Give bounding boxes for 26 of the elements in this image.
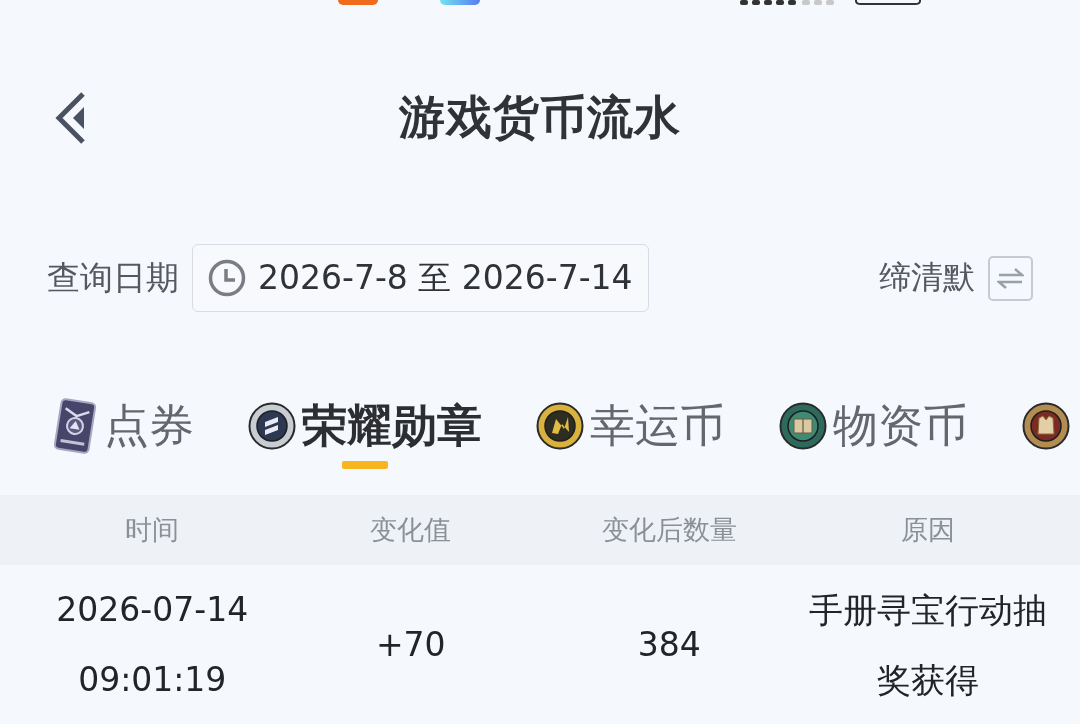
coin-icon <box>248 402 296 450</box>
currency-tab[interactable]: 幸运币 <box>536 397 725 477</box>
currency-tab[interactable]: 荣耀勋章 <box>248 397 482 477</box>
vest-coin-icon <box>1022 402 1070 450</box>
app-notification-icon <box>440 0 480 5</box>
app-notification-icon <box>338 0 378 5</box>
battery-icon <box>855 0 921 5</box>
table-cell-text: 2026-07-14 09:01:19 <box>55 589 250 701</box>
book-coin-icon <box>779 402 827 450</box>
currency-tab[interactable]: 物资币 <box>779 397 968 477</box>
column-header: 变化后数量 <box>600 513 738 547</box>
filter-toggle-label: 缔清默 <box>879 257 975 298</box>
table-cell-text: +70 <box>374 624 447 666</box>
table-cell-text: 手册寻宝行动抽奖获得 <box>807 589 1048 702</box>
clock-icon <box>208 259 246 297</box>
column-header: 时间 <box>124 513 181 547</box>
currency-tab[interactable]: 点券 <box>52 397 194 477</box>
table-cell-text: 384 <box>636 624 702 666</box>
date-range-field[interactable]: 2026-7-8 至 2026-7-14 <box>192 244 649 312</box>
date-label: 查询日期 <box>47 256 179 299</box>
back-icon[interactable] <box>55 91 87 145</box>
coin-icon <box>536 402 584 450</box>
active-tab-indicator <box>342 461 388 469</box>
column-header: 变化值 <box>369 513 453 547</box>
page-title: 游戏货币流水 <box>399 89 681 146</box>
column-header: 原因 <box>899 513 956 547</box>
